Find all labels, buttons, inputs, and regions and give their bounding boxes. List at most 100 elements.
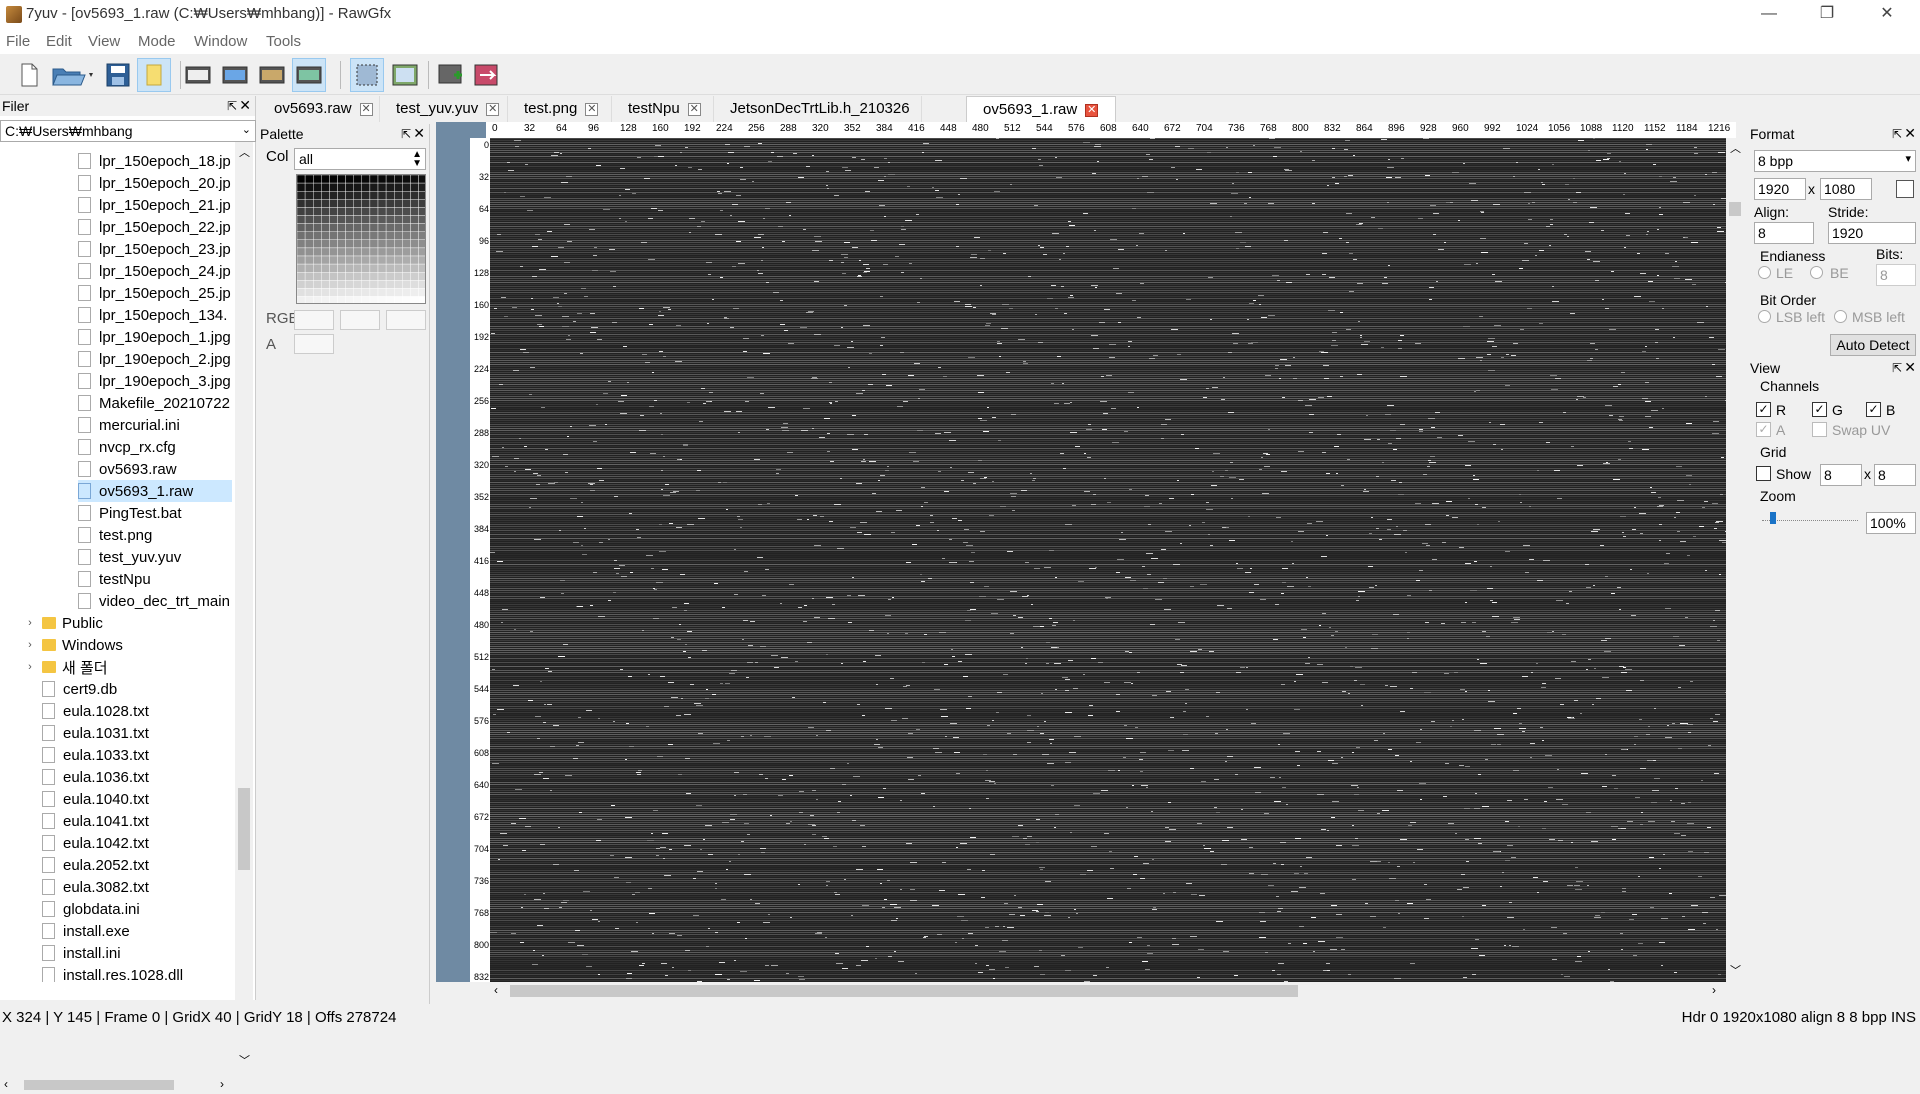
select-area-icon[interactable] xyxy=(350,58,384,92)
stride-field[interactable]: 1920 xyxy=(1828,222,1916,244)
chevron-right-icon[interactable]: › xyxy=(24,661,36,673)
menu-edit[interactable]: Edit xyxy=(46,33,72,50)
file-item[interactable]: mercurial.ini xyxy=(78,414,232,436)
be-radio[interactable] xyxy=(1810,266,1823,279)
open-folder-icon[interactable] xyxy=(48,58,100,92)
scroll-thumb[interactable] xyxy=(1729,202,1741,216)
palette-a-field[interactable] xyxy=(294,334,334,354)
file-item[interactable]: lpr_150epoch_20.jp xyxy=(78,172,232,194)
convert-icon[interactable] xyxy=(470,58,504,92)
folder-item[interactable]: › Windows xyxy=(24,634,232,656)
close-icon[interactable]: ✕ xyxy=(1904,123,1916,143)
raw-image-canvas[interactable] xyxy=(490,138,1726,982)
tab-ov5693-raw[interactable]: ov5693.raw ✕ xyxy=(258,96,380,122)
file-item[interactable]: eula.1028.txt xyxy=(42,700,232,722)
menu-view[interactable]: View xyxy=(88,33,120,50)
channel-b-checkbox[interactable]: ✓ xyxy=(1866,402,1881,417)
file-item[interactable]: test_yuv.yuv xyxy=(78,546,232,568)
palette-col-select[interactable]: all ▲ ▼ xyxy=(294,148,426,170)
viewer-horizontal-scrollbar[interactable]: ‹ › xyxy=(490,982,1726,1000)
channel-g-checkbox[interactable]: ✓ xyxy=(1812,402,1827,417)
chevron-right-icon[interactable]: › xyxy=(24,617,36,629)
scroll-right-icon[interactable]: › xyxy=(220,1077,224,1091)
filer-horizontal-scrollbar[interactable]: ‹ › xyxy=(0,1076,236,1094)
close-icon[interactable]: ✕ xyxy=(413,123,425,143)
menu-window[interactable]: Window xyxy=(194,33,247,50)
new-file-icon[interactable] xyxy=(12,58,46,92)
file-item[interactable]: cert9.db xyxy=(42,678,232,700)
channel-r-checkbox[interactable]: ✓ xyxy=(1756,402,1771,417)
tab-ov5693-1-raw[interactable]: ov5693_1.raw ✕ xyxy=(966,96,1116,122)
file-item[interactable]: PingTest.bat xyxy=(78,502,232,524)
scroll-thumb[interactable] xyxy=(24,1080,174,1090)
pin-icon[interactable]: ⇱ xyxy=(401,124,411,144)
file-item[interactable]: eula.1042.txt xyxy=(42,832,232,854)
scroll-up-icon[interactable]: ︿ xyxy=(1730,140,1741,156)
pin-icon[interactable]: ⇱ xyxy=(227,96,237,116)
file-item[interactable]: eula.1031.txt xyxy=(42,722,232,744)
zoom-field[interactable]: 100% xyxy=(1866,512,1916,534)
file-item[interactable]: lpr_150epoch_22.jp xyxy=(78,216,232,238)
scroll-down-icon[interactable]: ﹀ xyxy=(1730,962,1741,978)
file-item[interactable]: lpr_150epoch_24.jp xyxy=(78,260,232,282)
tab-testnpu[interactable]: testNpu ✕ xyxy=(612,96,714,122)
viewer-vertical-scrollbar[interactable]: ︿ ﹀ xyxy=(1726,138,1744,982)
file-item[interactable]: eula.2052.txt xyxy=(42,854,232,876)
file-item[interactable]: install.res.1028.dll xyxy=(42,964,232,982)
lsb-left-radio[interactable] xyxy=(1758,310,1771,323)
file-item[interactable]: eula.1036.txt xyxy=(42,766,232,788)
scroll-left-icon[interactable]: ‹ xyxy=(494,983,498,997)
scroll-up-icon[interactable]: ︿ xyxy=(239,144,250,160)
palette-g-field[interactable] xyxy=(340,310,380,330)
menu-file[interactable]: File xyxy=(6,33,30,50)
pin-icon[interactable]: ⇱ xyxy=(1892,124,1902,144)
file-item[interactable]: lpr_150epoch_18.jp xyxy=(78,150,232,172)
palette-r-field[interactable] xyxy=(294,310,334,330)
raw-icon[interactable] xyxy=(255,58,289,92)
grid-x-field[interactable]: 8 xyxy=(1820,464,1862,486)
file-item[interactable]: lpr_190epoch_1.jpg xyxy=(78,326,232,348)
close-button[interactable]: ✕ xyxy=(1864,0,1910,30)
file-item[interactable]: lpr_150epoch_23.jp xyxy=(78,238,232,260)
menu-mode[interactable]: Mode xyxy=(138,33,176,50)
txt-icon[interactable] xyxy=(181,58,215,92)
file-item[interactable]: lpr_150epoch_134. xyxy=(78,304,232,326)
tab-test-yuv[interactable]: test_yuv.yuv ✕ xyxy=(380,96,508,122)
align-field[interactable]: 8 xyxy=(1754,222,1814,244)
auto-detect-button[interactable]: Auto Detect xyxy=(1830,334,1916,356)
pin-icon[interactable]: ⇱ xyxy=(1892,358,1902,378)
scroll-thumb[interactable] xyxy=(510,985,1298,997)
tab-test-png[interactable]: test.png ✕ xyxy=(508,96,612,122)
filer-vertical-scrollbar[interactable]: ︿ ﹀ xyxy=(235,142,253,1074)
file-item[interactable]: lpr_150epoch_25.jp xyxy=(78,282,232,304)
fit-icon[interactable] xyxy=(388,58,422,92)
hex-icon[interactable] xyxy=(218,58,252,92)
scroll-thumb[interactable] xyxy=(238,788,250,870)
image-icon[interactable] xyxy=(292,58,326,92)
file-item[interactable]: test.png xyxy=(78,524,232,546)
close-tab-icon[interactable]: ✕ xyxy=(359,103,373,116)
scroll-right-icon[interactable]: › xyxy=(1712,983,1716,997)
grid-show-checkbox[interactable] xyxy=(1756,466,1771,481)
file-item[interactable]: lpr_150epoch_21.jp xyxy=(78,194,232,216)
path-combo[interactable]: C:₩Users₩mhbang ⌄ xyxy=(0,120,256,142)
close-tab-icon[interactable]: ✕ xyxy=(1085,104,1099,117)
file-item[interactable]: eula.1040.txt xyxy=(42,788,232,810)
msb-left-radio[interactable] xyxy=(1834,310,1847,323)
file-item[interactable]: lpr_190epoch_3.jpg xyxy=(78,370,232,392)
palette-swatch-grid[interactable] xyxy=(296,174,426,304)
height-field[interactable]: 1080 xyxy=(1820,178,1872,200)
file-item[interactable]: eula.3082.txt xyxy=(42,876,232,898)
file-item[interactable]: video_dec_trt_main xyxy=(78,590,232,612)
save-icon[interactable] xyxy=(101,58,135,92)
file-item[interactable]: install.exe xyxy=(42,920,232,942)
pixel-format-select[interactable]: 8 bpp ▾ xyxy=(1754,150,1916,172)
le-radio[interactable] xyxy=(1758,266,1771,279)
file-item[interactable]: testNpu xyxy=(78,568,232,590)
file-item[interactable]: install.ini xyxy=(42,942,232,964)
file-item[interactable]: lpr_190epoch_2.jpg xyxy=(78,348,232,370)
palette-b-field[interactable] xyxy=(386,310,426,330)
close-icon[interactable]: ✕ xyxy=(1904,357,1916,377)
folder-item[interactable]: › 새 폴더 xyxy=(24,656,232,678)
width-field[interactable]: 1920 xyxy=(1754,178,1806,200)
